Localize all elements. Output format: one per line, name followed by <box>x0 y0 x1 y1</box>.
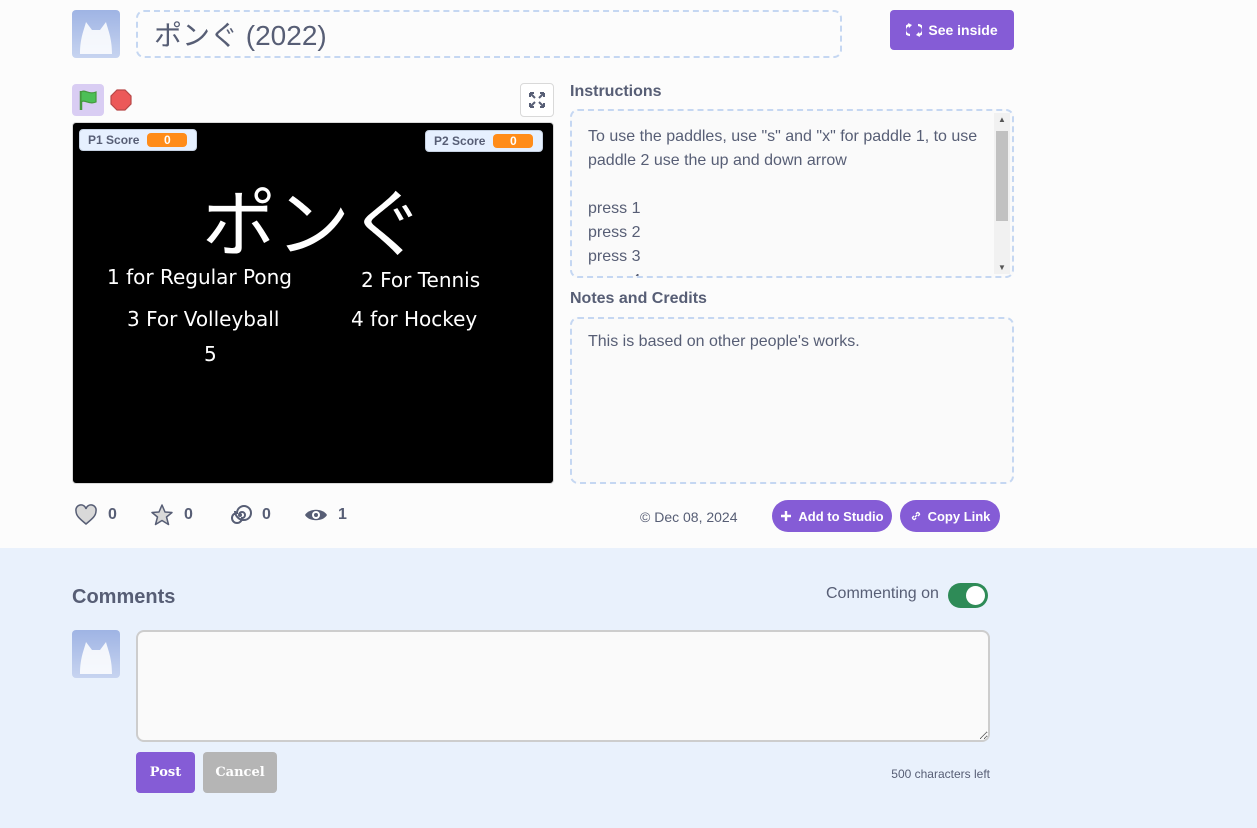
stage-option: 3 For Volleyball <box>127 307 280 331</box>
monitor-value: 0 <box>147 133 188 147</box>
remix-stat: 0 <box>228 503 271 527</box>
p1-score-monitor: P1 Score 0 <box>79 129 197 151</box>
instructions-line: press 4 <box>588 269 988 276</box>
plus-icon <box>781 511 792 521</box>
fullscreen-icon <box>529 92 545 108</box>
copy-link-label: Copy Link <box>927 508 991 524</box>
commenting-toggle[interactable] <box>948 583 988 608</box>
instructions-scrollbar[interactable]: ▲ ▼ <box>994 113 1010 274</box>
instructions-line: To use the paddles, use "s" and "x" for … <box>588 128 978 169</box>
fullscreen-button[interactable] <box>520 83 554 117</box>
see-inside-button[interactable]: See inside <box>890 10 1014 50</box>
view-count: 1 <box>338 506 347 523</box>
stage-option: 1 for Regular Pong <box>107 265 292 289</box>
star-icon <box>151 504 173 526</box>
stage-option: 5 <box>204 342 217 366</box>
stop-sign-icon <box>110 89 132 111</box>
favorite-count: 0 <box>184 506 193 523</box>
scrollbar-thumb[interactable] <box>996 131 1008 221</box>
monitor-value: 0 <box>493 134 534 148</box>
green-flag-icon <box>79 90 97 110</box>
project-stage[interactable]: P1 Score 0 P2 Score 0 ポンぐ 1 for Regular … <box>72 122 554 484</box>
green-flag-button[interactable] <box>72 84 104 116</box>
stop-button[interactable] <box>110 89 132 111</box>
comments-heading: Comments <box>72 586 176 608</box>
add-to-studio-label: Add to Studio <box>798 508 884 524</box>
project-title-field[interactable]: ポンぐ (2022) <box>136 10 842 58</box>
notes-text: This is based on other people's works. <box>588 333 860 350</box>
cat-avatar-icon <box>80 22 112 54</box>
scroll-up-arrow-icon[interactable]: ▲ <box>998 115 1006 124</box>
share-date: © Dec 08, 2024 <box>640 509 738 525</box>
instructions-line: press 1 <box>588 200 641 217</box>
love-stat[interactable]: 0 <box>74 503 117 527</box>
remix-count: 0 <box>262 506 271 523</box>
notes-panel[interactable]: This is based on other people's works. <box>570 317 1014 484</box>
link-icon <box>911 511 920 521</box>
love-count: 0 <box>108 506 117 523</box>
add-to-studio-button[interactable]: Add to Studio <box>772 500 892 532</box>
comment-textarea[interactable] <box>136 630 990 742</box>
stage-option: 4 for Hockey <box>351 307 478 331</box>
instructions-line: press 2 <box>588 224 641 241</box>
instructions-line <box>588 173 988 197</box>
view-stat: 1 <box>304 503 347 527</box>
copy-link-button[interactable]: Copy Link <box>900 500 1000 532</box>
commenting-toggle-label: Commenting on <box>826 585 939 602</box>
characters-left-counter: 500 characters left <box>891 767 990 781</box>
post-comment-button[interactable]: Post <box>136 752 195 793</box>
heart-icon <box>75 504 97 525</box>
toggle-knob <box>966 586 985 605</box>
eye-icon <box>305 509 327 521</box>
cancel-comment-button[interactable]: Cancel <box>203 752 277 793</box>
stage-option: 2 For Tennis <box>361 268 481 292</box>
instructions-text: To use the paddles, use "s" and "x" for … <box>588 125 988 276</box>
instructions-line: press 3 <box>588 248 641 265</box>
remix-spiral-icon <box>231 505 252 524</box>
see-inside-label: See inside <box>928 22 998 38</box>
stage-game-title: ポンぐ <box>202 182 424 268</box>
instructions-panel[interactable]: To use the paddles, use "s" and "x" for … <box>570 109 1014 278</box>
favorite-stat[interactable]: 0 <box>150 503 193 527</box>
monitor-label: P2 Score <box>434 134 486 148</box>
p2-score-monitor: P2 Score 0 <box>425 130 543 152</box>
commenter-avatar <box>72 630 120 678</box>
cat-avatar-icon <box>80 642 112 674</box>
author-avatar[interactable] <box>72 10 120 58</box>
remix-arrows-icon <box>906 23 923 37</box>
monitor-label: P1 Score <box>88 133 140 147</box>
scroll-down-arrow-icon[interactable]: ▼ <box>998 263 1006 272</box>
notes-label: Notes and Credits <box>570 290 707 307</box>
instructions-label: Instructions <box>570 83 662 100</box>
